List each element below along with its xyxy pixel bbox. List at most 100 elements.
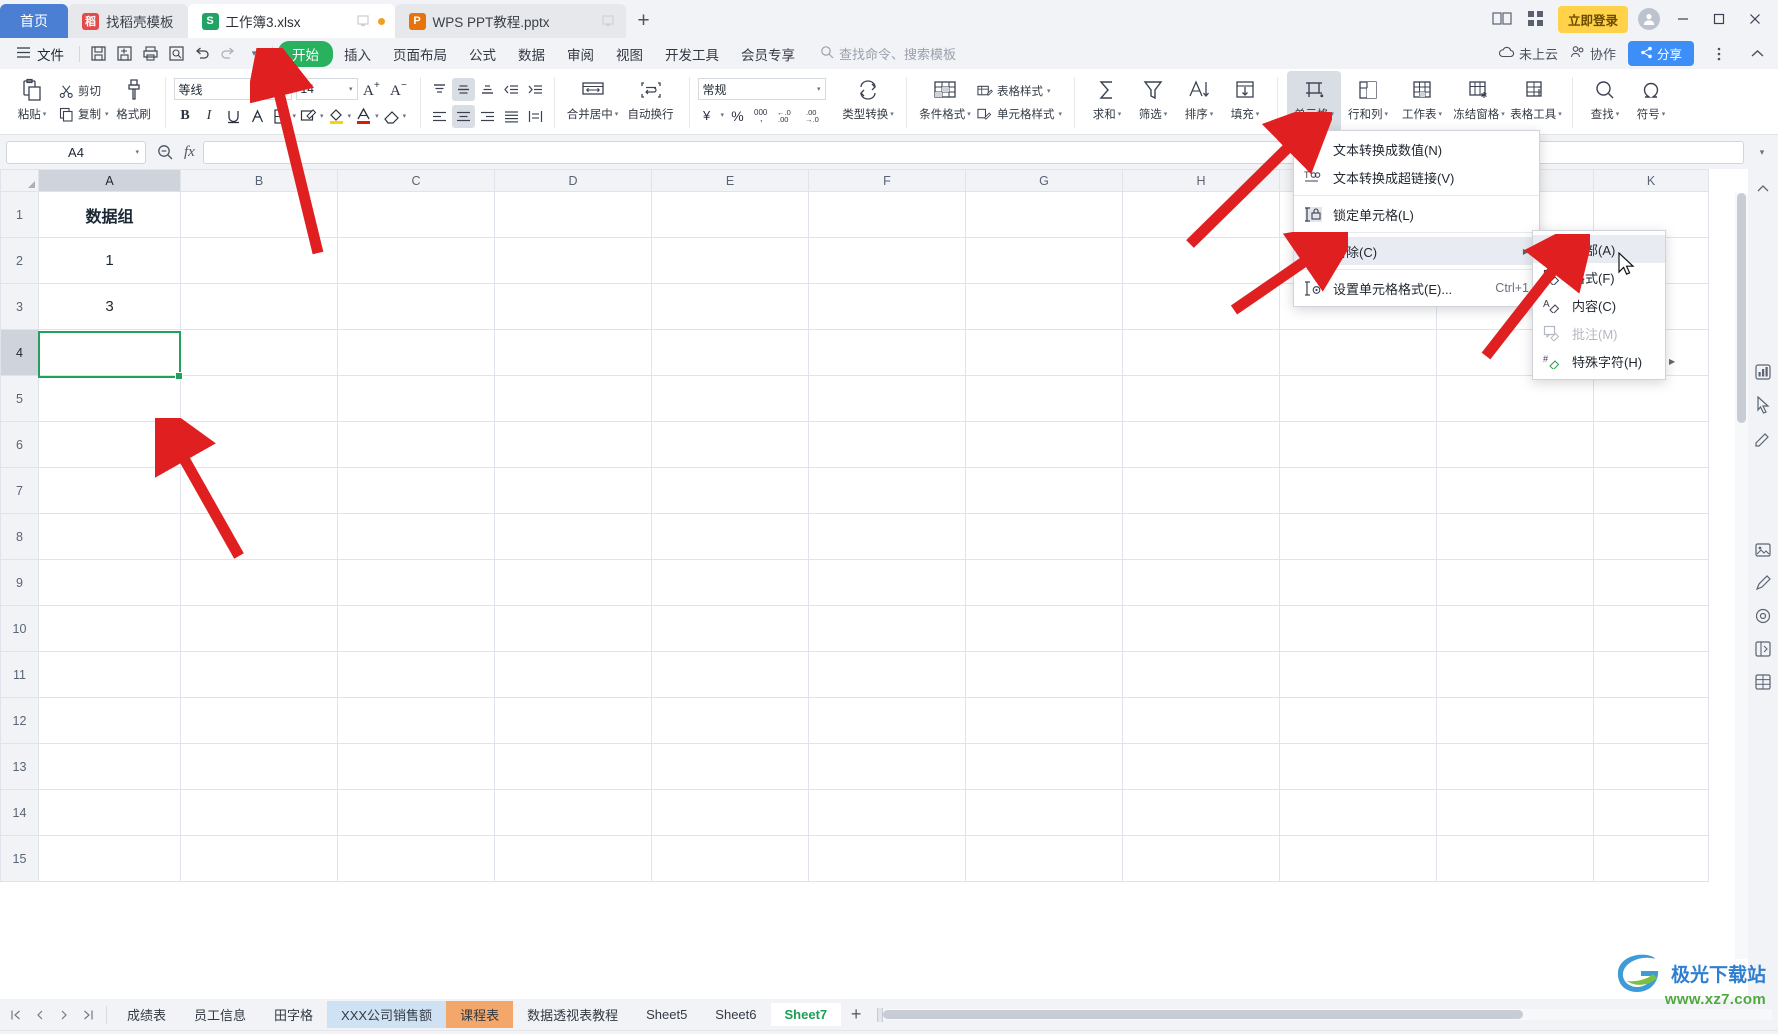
cell-G12[interactable] bbox=[965, 697, 1123, 744]
table-style-button[interactable]: 表格样式 ▾ bbox=[974, 81, 1065, 101]
cell-B8[interactable] bbox=[180, 513, 338, 560]
cell-J15[interactable] bbox=[1436, 835, 1594, 882]
cell-C8[interactable] bbox=[337, 513, 495, 560]
decrease-indent-icon[interactable] bbox=[500, 78, 523, 101]
cell-J6[interactable] bbox=[1436, 421, 1594, 468]
cell-G4[interactable] bbox=[965, 329, 1123, 376]
cell-J10[interactable] bbox=[1436, 605, 1594, 652]
table-tools-button[interactable]: 表格工具 ▾ bbox=[1509, 71, 1563, 134]
cell-A6[interactable] bbox=[38, 421, 181, 468]
command-search[interactable]: 查找命令、搜索模板 bbox=[820, 44, 956, 63]
cell-E6[interactable] bbox=[651, 421, 809, 468]
cell-C4[interactable] bbox=[337, 329, 495, 376]
cell-G15[interactable] bbox=[965, 835, 1123, 882]
chevron-down-icon[interactable]: ▾ bbox=[375, 113, 379, 120]
cell-B4[interactable] bbox=[180, 329, 338, 376]
cell-K11[interactable] bbox=[1593, 651, 1709, 698]
wrap-text-button[interactable]: 自动换行 bbox=[622, 71, 680, 134]
cell-J7[interactable] bbox=[1436, 467, 1594, 514]
cell-F4[interactable] bbox=[808, 329, 966, 376]
cell-B3[interactable] bbox=[180, 283, 338, 330]
cell-F3[interactable] bbox=[808, 283, 966, 330]
chevron-down-icon[interactable]: ▾ bbox=[403, 113, 407, 120]
row-header-1[interactable]: 1 bbox=[0, 191, 39, 238]
cell-K12[interactable] bbox=[1593, 697, 1709, 744]
rows-cols-button[interactable]: 行和列 ▾ bbox=[1341, 71, 1395, 134]
cell-A15[interactable] bbox=[38, 835, 181, 882]
increase-indent-icon[interactable] bbox=[524, 78, 547, 101]
add-sheet-button[interactable]: + bbox=[841, 1004, 871, 1025]
row-header-7[interactable]: 7 bbox=[0, 467, 39, 514]
cell-H14[interactable] bbox=[1122, 789, 1280, 836]
print-preview-icon[interactable] bbox=[163, 41, 189, 66]
undo-icon[interactable] bbox=[189, 41, 215, 66]
cell-E12[interactable] bbox=[651, 697, 809, 744]
collab-button[interactable]: 协作 bbox=[1570, 44, 1616, 63]
cell-K15[interactable] bbox=[1593, 835, 1709, 882]
cell-F1[interactable] bbox=[808, 191, 966, 238]
paste-button[interactable]: 粘贴 ▾ bbox=[9, 71, 55, 134]
column-header-G[interactable]: G bbox=[965, 169, 1123, 192]
ribbon-tab-review[interactable]: 审阅 bbox=[556, 41, 605, 67]
cell-G10[interactable] bbox=[965, 605, 1123, 652]
cell-H2[interactable] bbox=[1122, 237, 1280, 284]
column-header-F[interactable]: F bbox=[808, 169, 966, 192]
currency-button[interactable]: ¥ ▾ bbox=[698, 104, 725, 127]
horizontal-scrollbar-thumb[interactable] bbox=[883, 1010, 1524, 1019]
cell-K13[interactable] bbox=[1593, 743, 1709, 790]
ribbon-tab-home[interactable]: 开始 bbox=[278, 40, 333, 67]
cell-B12[interactable] bbox=[180, 697, 338, 744]
cut-button[interactable]: 剪切 bbox=[55, 81, 112, 101]
cell-J9[interactable] bbox=[1436, 559, 1594, 606]
autosum-button[interactable]: 求和 ▾ bbox=[1084, 71, 1130, 134]
cell-G13[interactable] bbox=[965, 743, 1123, 790]
grid-apps-icon[interactable] bbox=[1524, 7, 1548, 31]
menu-item-text-to-number[interactable]: T # 文本转换成数值(N) bbox=[1294, 135, 1539, 163]
cell-C6[interactable] bbox=[337, 421, 495, 468]
increase-font-size-icon[interactable]: A + bbox=[362, 78, 385, 101]
magnifier-icon[interactable] bbox=[154, 141, 176, 163]
menu-item-text-to-hyperlink[interactable]: T 文本转换成超链接(V) bbox=[1294, 163, 1539, 191]
filter-button[interactable]: 筛选 ▾ bbox=[1130, 71, 1176, 134]
strikethrough-button[interactable] bbox=[246, 105, 269, 128]
chevron-down-icon[interactable]: ▾ bbox=[293, 113, 297, 120]
font-color-button[interactable]: ▾ bbox=[352, 105, 379, 128]
cell-B7[interactable] bbox=[180, 467, 338, 514]
sheet-tab-sheet5[interactable]: Sheet5 bbox=[632, 1003, 701, 1026]
sheet-tab-tianzige[interactable]: 田字格 bbox=[260, 1001, 327, 1028]
borders-button[interactable]: ▾ bbox=[270, 105, 297, 128]
cell-H15[interactable] bbox=[1122, 835, 1280, 882]
column-header-K[interactable]: K bbox=[1593, 169, 1709, 192]
submenu-item-clear-format[interactable]: 格式(F) bbox=[1533, 263, 1665, 291]
cell-G11[interactable] bbox=[965, 651, 1123, 698]
column-header-C[interactable]: C bbox=[337, 169, 495, 192]
save-as-icon[interactable] bbox=[111, 41, 137, 66]
cell-B2[interactable] bbox=[180, 237, 338, 284]
fill-color-button[interactable]: ▾ bbox=[325, 105, 351, 128]
sheet-tab-pivot-tutorial[interactable]: 数据透视表教程 bbox=[513, 1001, 632, 1028]
cell-G9[interactable] bbox=[965, 559, 1123, 606]
cell-K8[interactable] bbox=[1593, 513, 1709, 560]
menu-item-clear[interactable]: 清除(C) ▶ bbox=[1294, 237, 1539, 265]
cell-E11[interactable] bbox=[651, 651, 809, 698]
ribbon-options-icon[interactable] bbox=[1706, 41, 1732, 67]
window-tab-templates[interactable]: 稻 找稻壳模板 bbox=[68, 4, 188, 38]
cell-F10[interactable] bbox=[808, 605, 966, 652]
cell-F12[interactable] bbox=[808, 697, 966, 744]
font-size-select[interactable]: 14 ▾ bbox=[295, 78, 358, 100]
align-bottom-icon[interactable] bbox=[476, 78, 499, 101]
cell-C9[interactable] bbox=[337, 559, 495, 606]
align-left-icon[interactable] bbox=[428, 105, 451, 128]
horizontal-scrollbar[interactable] bbox=[883, 1009, 1772, 1020]
distribute-icon[interactable] bbox=[524, 105, 547, 128]
cell-A4[interactable] bbox=[38, 329, 181, 376]
cell-D9[interactable] bbox=[494, 559, 652, 606]
underline-button[interactable] bbox=[222, 105, 245, 128]
font-family-select[interactable]: 等线 ▾ bbox=[173, 78, 292, 100]
pin-icon[interactable] bbox=[355, 13, 371, 29]
cell-E14[interactable] bbox=[651, 789, 809, 836]
cell-D1[interactable] bbox=[494, 191, 652, 238]
cell-E9[interactable] bbox=[651, 559, 809, 606]
cell-B5[interactable] bbox=[180, 375, 338, 422]
sheet-tab-xxx-sales[interactable]: XXX公司销售额 bbox=[327, 1001, 447, 1028]
